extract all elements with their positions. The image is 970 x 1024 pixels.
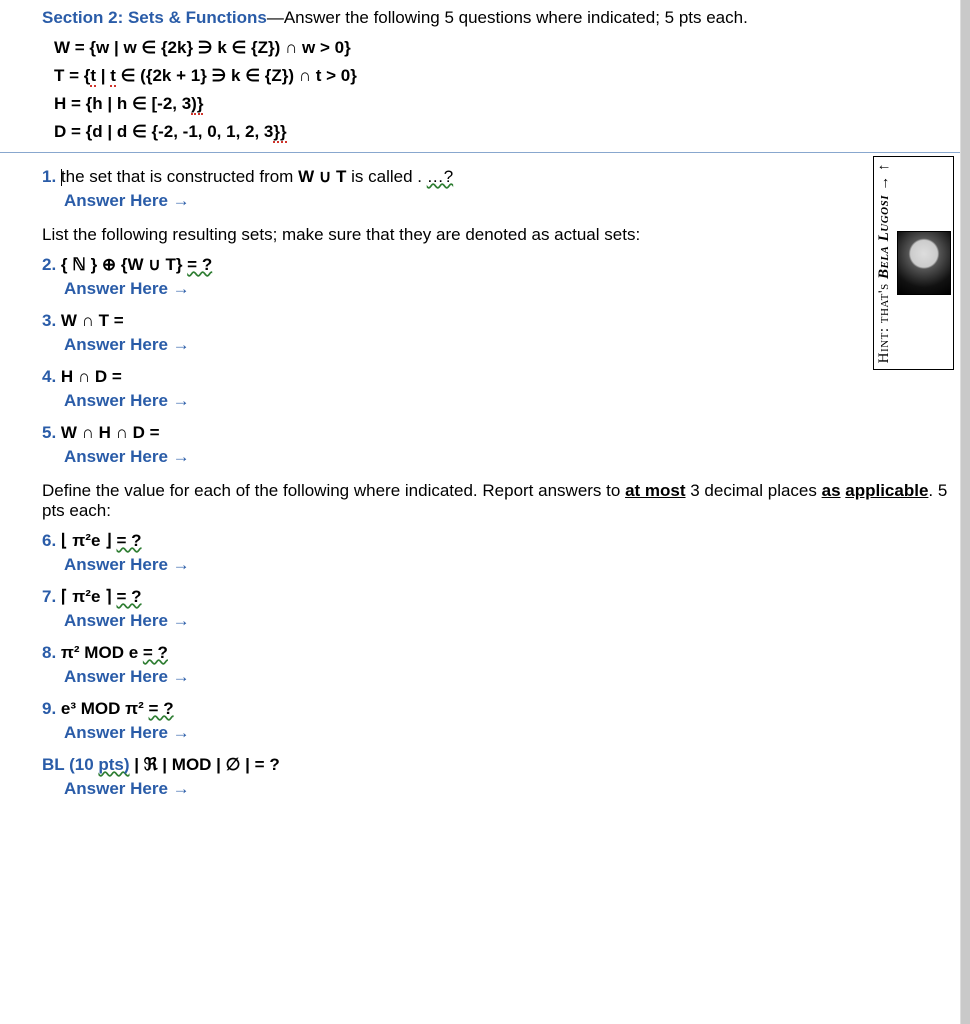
set-definitions: W = {w | w ∈ {2k} ∋ k ∈ {Z}) ∩ w > 0} T …: [54, 38, 950, 142]
definition-H: H = {h | h ∈ [-2, 3)}: [54, 94, 950, 114]
section-subtitle: —Answer the following 5 questions where …: [267, 8, 748, 27]
question-6: 6. ⌊ π²e ⌋ = ?: [42, 531, 950, 551]
answer-here-8[interactable]: Answer Here →: [64, 667, 950, 687]
document-page: Section 2: Sets & Functions—Answer the f…: [0, 0, 970, 831]
definition-D: D = {d | d ∈ {-2, -1, 0, 1, 2, 3}}: [54, 122, 950, 142]
definition-W: W = {w | w ∈ {2k} ∋ k ∈ {Z}) ∩ w > 0}: [54, 38, 950, 58]
instruction-list-sets: List the following resulting sets; make …: [42, 225, 950, 245]
question-5: 5. W ∩ H ∩ D =: [42, 423, 950, 443]
divider: [0, 152, 970, 153]
question-9: 9. e³ MOD π² = ?: [42, 699, 950, 719]
answer-here-4[interactable]: Answer Here →: [64, 391, 950, 411]
hint-text: Hint: that's Bela Lugosi → ↑: [876, 161, 893, 365]
answer-here-1[interactable]: Answer Here →: [64, 191, 950, 211]
question-bl: BL (10 pts) | ℜ | MOD | ∅ | = ?: [42, 755, 950, 775]
question-4: 4. H ∩ D =: [42, 367, 950, 387]
question-3: 3. W ∩ T =: [42, 311, 950, 331]
questions-list: 1. the set that is constructed from W ∪ …: [42, 167, 950, 799]
question-number: 1.: [42, 167, 61, 186]
question-1: 1. the set that is constructed from W ∪ …: [42, 167, 950, 187]
answer-here-bl[interactable]: Answer Here →: [64, 779, 950, 799]
answer-here-2[interactable]: Answer Here →: [64, 279, 950, 299]
answer-here-6[interactable]: Answer Here →: [64, 555, 950, 575]
section-title: Section 2: Sets & Functions: [42, 8, 267, 27]
hint-box: Hint: that's Bela Lugosi → ↑: [873, 156, 954, 370]
vertical-scrollbar[interactable]: [960, 0, 970, 1024]
scrollbar-thumb[interactable]: [961, 0, 970, 1024]
question-7: 7. ⌈ π²e ⌉ = ?: [42, 587, 950, 607]
bela-lugosi-portrait: [897, 231, 951, 295]
question-2: 2. { ℕ } ⊕ {W ∪ T} = ?: [42, 255, 950, 275]
answer-here-7[interactable]: Answer Here →: [64, 611, 950, 631]
question-8: 8. π² MOD e = ?: [42, 643, 950, 663]
definition-T: T = {t | t ∈ ({2k + 1} ∋ k ∈ {Z}) ∩ t > …: [54, 66, 950, 86]
instruction-define-values: Define the value for each of the followi…: [42, 481, 950, 521]
answer-here-5[interactable]: Answer Here →: [64, 447, 950, 467]
answer-here-3[interactable]: Answer Here →: [64, 335, 950, 355]
answer-here-9[interactable]: Answer Here →: [64, 723, 950, 743]
section-header: Section 2: Sets & Functions—Answer the f…: [42, 8, 950, 28]
